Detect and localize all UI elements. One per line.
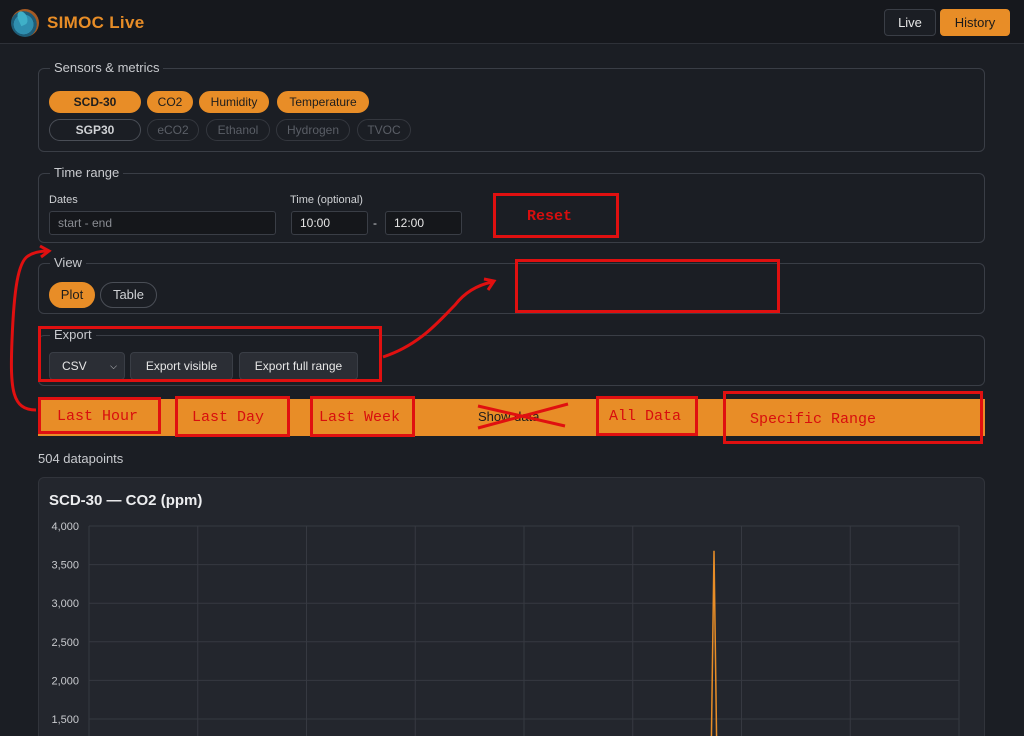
- metric-humidity[interactable]: Humidity: [199, 91, 269, 113]
- annotation-reset-label: Reset: [527, 208, 573, 225]
- y-tick-label: 2,000: [51, 675, 79, 687]
- top-bar: SIMOC Live Live History: [0, 0, 1024, 44]
- view-fieldset: View Plot Table: [38, 255, 985, 314]
- annotation-box-empty: [515, 259, 780, 313]
- history-nav-button[interactable]: History: [940, 9, 1010, 36]
- view-table-button[interactable]: Table: [100, 282, 157, 308]
- annotation-last-day[interactable]: Last Day: [175, 396, 290, 437]
- sensor-group-scd30[interactable]: SCD-30: [49, 91, 141, 113]
- datapoints-count: 504 datapoints: [38, 451, 124, 466]
- time-separator: -: [373, 216, 377, 230]
- annotation-last-hour[interactable]: Last Hour: [38, 397, 161, 434]
- y-tick-label: 4,000: [51, 521, 79, 533]
- metric-tvoc[interactable]: TVOC: [357, 119, 411, 141]
- metric-ethanol[interactable]: Ethanol: [206, 119, 270, 141]
- view-plot-button[interactable]: Plot: [49, 282, 95, 308]
- time-from-input[interactable]: [291, 211, 368, 235]
- last-week-label: Last Week: [319, 409, 401, 426]
- metric-co2[interactable]: CO2: [147, 91, 193, 113]
- metric-eco2[interactable]: eCO2: [147, 119, 199, 141]
- last-hour-label: Last Hour: [57, 408, 139, 425]
- annotation-arrowhead-left: [39, 244, 52, 259]
- y-tick-label: 3,000: [51, 598, 79, 610]
- last-day-label: Last Day: [192, 409, 265, 426]
- show-data-button[interactable]: Show data: [478, 409, 539, 424]
- annotation-box-reset[interactable]: Reset: [493, 193, 619, 238]
- y-tick-label: 3,500: [51, 560, 79, 572]
- time-label: Time (optional): [290, 194, 363, 206]
- annotation-box-export: [38, 326, 382, 382]
- annotation-specific-range[interactable]: Specific Range: [723, 391, 983, 444]
- specific-range-label: Specific Range: [750, 411, 877, 428]
- sensor-group-sgp30[interactable]: SGP30: [49, 119, 141, 141]
- time-range-legend: Time range: [50, 165, 124, 180]
- y-tick-label: 1,500: [51, 714, 79, 726]
- annotation-last-week[interactable]: Last Week: [310, 396, 415, 437]
- co2-line-chart: 4,000 3,500 3,000 2,500 2,000 1,500: [51, 521, 960, 736]
- dates-label: Dates: [49, 194, 78, 206]
- all-data-label: All Data: [609, 408, 682, 425]
- metric-hydrogen[interactable]: Hydrogen: [276, 119, 350, 141]
- time-to-input[interactable]: [385, 211, 462, 235]
- chart-card: SCD-30 — CO2 (ppm) 4,000 3,500 3,000 2,500 2…: [38, 477, 985, 736]
- dates-input[interactable]: [49, 211, 276, 235]
- sensors-legend: Sensors & metrics: [50, 60, 164, 75]
- app-title: SIMOC Live: [47, 13, 145, 32]
- live-nav-button[interactable]: Live: [884, 9, 936, 36]
- sensors-fieldset: Sensors & metrics SCD-30 CO2 Humidity Te…: [38, 60, 985, 152]
- metric-temperature[interactable]: Temperature: [277, 91, 369, 113]
- view-legend: View: [50, 255, 86, 270]
- annotation-all-data[interactable]: All Data: [596, 396, 698, 436]
- co2-series-line: [710, 550, 718, 736]
- y-tick-label: 2,500: [51, 637, 79, 649]
